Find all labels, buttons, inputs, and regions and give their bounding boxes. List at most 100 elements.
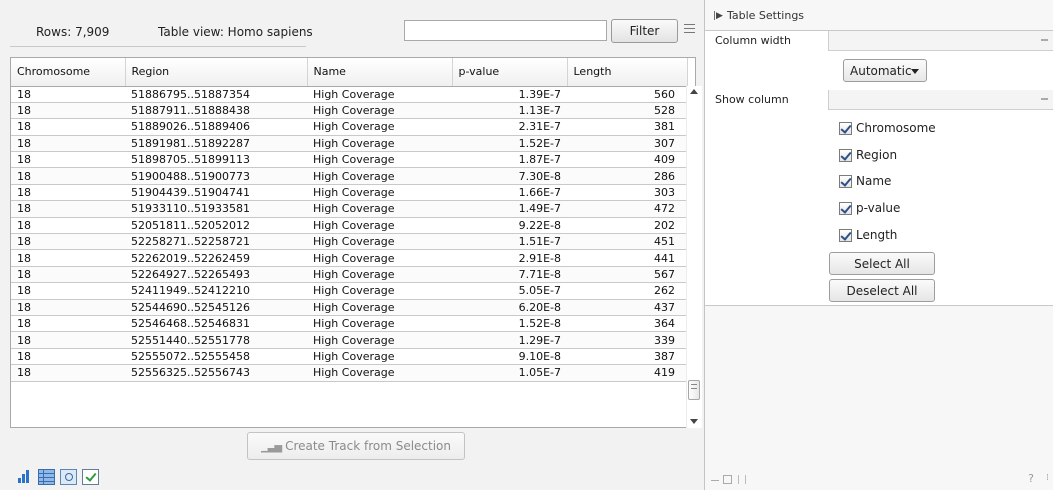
cell-length: 303 — [567, 184, 687, 202]
checkbox-checked-icon[interactable] — [839, 228, 852, 242]
filter-button[interactable]: Filter — [611, 19, 678, 43]
column-width-select[interactable]: Automatic — [843, 59, 927, 82]
create-track-button[interactable]: ▁▃▅ Create Track from Selection — [247, 432, 465, 460]
minus-icon[interactable] — [711, 480, 719, 481]
cell-chromosome: 18 — [11, 348, 125, 366]
checkbox-checked-icon[interactable] — [839, 201, 852, 215]
settings-header[interactable]: |▶ Table Settings — [713, 9, 804, 22]
table-view-panel: Rows: 7,909 Table view: Homo sapiens Fil… — [0, 0, 704, 490]
minimize-icon[interactable] — [1041, 98, 1048, 100]
cell-name: High Coverage — [307, 200, 452, 218]
cell-region: 52551440..52551778 — [125, 331, 307, 349]
table-row[interactable]: 18 52551440..52551778 High Coverage 1.29E-7… — [11, 331, 687, 349]
table-row[interactable]: 18 51889026..51889406 High Coverage 2.31E-7… — [11, 118, 687, 136]
show-column-p-value[interactable]: p-value — [839, 199, 900, 217]
table-row[interactable]: 18 51891981..51892287 High Coverage 1.52E-7… — [11, 135, 687, 153]
menu-dots-icon[interactable]: ⁞ — [1046, 473, 1049, 483]
cell-name: High Coverage — [307, 249, 452, 267]
table-row[interactable]: 18 52544690..52545126 High Coverage 6.20E-8… — [11, 299, 687, 316]
table-toolbar: Rows: 7,909 Table view: Homo sapiens Fil… — [10, 12, 704, 50]
cell-length: 528 — [567, 102, 687, 120]
settings-title: Table Settings — [726, 9, 805, 22]
check-icon[interactable] — [82, 469, 99, 485]
table-body: 18 51886795..51887354 High Coverage 1.39E-7… — [11, 86, 687, 382]
cell-region: 51886795..51887354 — [125, 86, 307, 103]
help-icon[interactable]: ? — [1028, 472, 1034, 485]
cell-length: 387 — [567, 348, 687, 366]
cell-length: 364 — [567, 315, 687, 333]
cell-chromosome: 18 — [11, 151, 125, 169]
show-column-label: Show column — [705, 90, 829, 110]
column-header-length[interactable]: Length — [567, 58, 688, 87]
toolbar-divider — [10, 46, 110, 47]
table-row[interactable]: 18 51900488..51900773 High Coverage 7.30E-8… — [11, 167, 687, 185]
scroll-down-arrow-icon[interactable] — [690, 419, 698, 424]
checkbox-label: Length — [856, 228, 898, 242]
vertical-scrollbar[interactable] — [686, 86, 702, 428]
cell-p-value: 1.29E-7 — [452, 331, 567, 349]
cell-length: 286 — [567, 167, 687, 185]
show-column-name[interactable]: Name — [839, 172, 891, 190]
cell-length: 307 — [567, 135, 687, 153]
cell-name: High Coverage — [307, 282, 452, 300]
scroll-up-arrow-icon[interactable] — [690, 89, 698, 94]
show-column-chromosome[interactable]: Chromosome — [839, 119, 936, 137]
bars-icon[interactable] — [16, 469, 33, 485]
table-row[interactable]: 18 52411949..52412210 High Coverage 5.05E-7… — [11, 282, 687, 300]
table-row[interactable]: 18 51933110..51933581 High Coverage 1.49E-7… — [11, 200, 687, 218]
cell-region: 52262019..52262459 — [125, 249, 307, 267]
checkbox-checked-icon[interactable] — [839, 148, 852, 162]
column-width-label: Column width — [705, 31, 829, 51]
cell-p-value: 1.49E-7 — [452, 200, 567, 218]
cell-chromosome: 18 — [11, 315, 125, 333]
table-row[interactable]: 18 51904439..51904741 High Coverage 1.66E-7… — [11, 184, 687, 202]
cell-p-value: 2.91E-8 — [452, 249, 567, 267]
filter-options-icon[interactable] — [683, 24, 697, 38]
column-header-chromosome[interactable]: Chromosome — [11, 58, 126, 87]
column-header-p-value[interactable]: p-value — [452, 58, 568, 87]
table-icon[interactable] — [38, 469, 55, 485]
checkbox-checked-icon[interactable] — [839, 121, 852, 135]
scrollbar-thumb[interactable] — [688, 380, 700, 400]
table-row[interactable]: 18 52258271..52258721 High Coverage 1.51E-7… — [11, 233, 687, 251]
checkbox-label: p-value — [856, 201, 901, 215]
cell-length: 339 — [567, 331, 687, 349]
deselect-all-button[interactable]: Deselect All — [829, 279, 935, 302]
column-header-region[interactable]: Region — [125, 58, 308, 87]
cell-length: 419 — [567, 364, 687, 382]
square-icon[interactable] — [723, 475, 732, 484]
column-header-name[interactable]: Name — [307, 58, 453, 87]
cell-region: 51889026..51889406 — [125, 118, 307, 136]
bar-chart-icon: ▁▃▅ — [260, 442, 282, 453]
column-width-value: Automatic — [850, 63, 912, 78]
table-row[interactable]: 18 52051811..52052012 High Coverage 9.22E-8… — [11, 217, 687, 235]
cell-chromosome: 18 — [11, 184, 125, 202]
cell-chromosome: 18 — [11, 364, 125, 382]
collapse-arrow-icon[interactable]: |▶ — [713, 11, 723, 21]
table-row[interactable]: 18 51886795..51887354 High Coverage 1.39E-7… — [11, 86, 687, 103]
table-row[interactable]: 18 51898705..51899113 High Coverage 1.87E-7… — [11, 151, 687, 169]
table-row[interactable]: 18 52556325..52556743 High Coverage 1.05E-7… — [11, 364, 687, 382]
cell-chromosome: 18 — [11, 217, 125, 235]
minimize-icon[interactable] — [1041, 39, 1048, 41]
checkbox-checked-icon[interactable] — [839, 174, 852, 188]
cell-length: 381 — [567, 118, 687, 136]
cell-p-value: 1.52E-7 — [452, 135, 567, 153]
cell-chromosome: 18 — [11, 266, 125, 284]
cell-region: 52556325..52556743 — [125, 364, 307, 382]
table-row[interactable]: 18 52264927..52265493 High Coverage 7.71E-8… — [11, 266, 687, 284]
table-row[interactable]: 18 52262019..52262459 High Coverage 2.91E-8… — [11, 249, 687, 267]
table-row[interactable]: 18 51887911..51888438 High Coverage 1.13E-7… — [11, 102, 687, 120]
show-column-length[interactable]: Length — [839, 226, 897, 244]
split-icon[interactable] — [738, 475, 746, 484]
cell-name: High Coverage — [307, 233, 452, 251]
graphics-icon[interactable] — [60, 469, 77, 485]
cell-name: High Coverage — [307, 167, 452, 185]
filter-input[interactable] — [404, 20, 607, 41]
select-all-button[interactable]: Select All — [829, 252, 935, 275]
table-row[interactable]: 18 52555072..52555458 High Coverage 9.10E-8… — [11, 348, 687, 366]
show-column-region[interactable]: Region — [839, 146, 897, 164]
table-settings-panel: |▶ Table Settings Column width Automatic… — [704, 0, 1053, 490]
table-row[interactable]: 18 52546468..52546831 High Coverage 1.52E-8… — [11, 315, 687, 333]
cell-name: High Coverage — [307, 151, 452, 169]
